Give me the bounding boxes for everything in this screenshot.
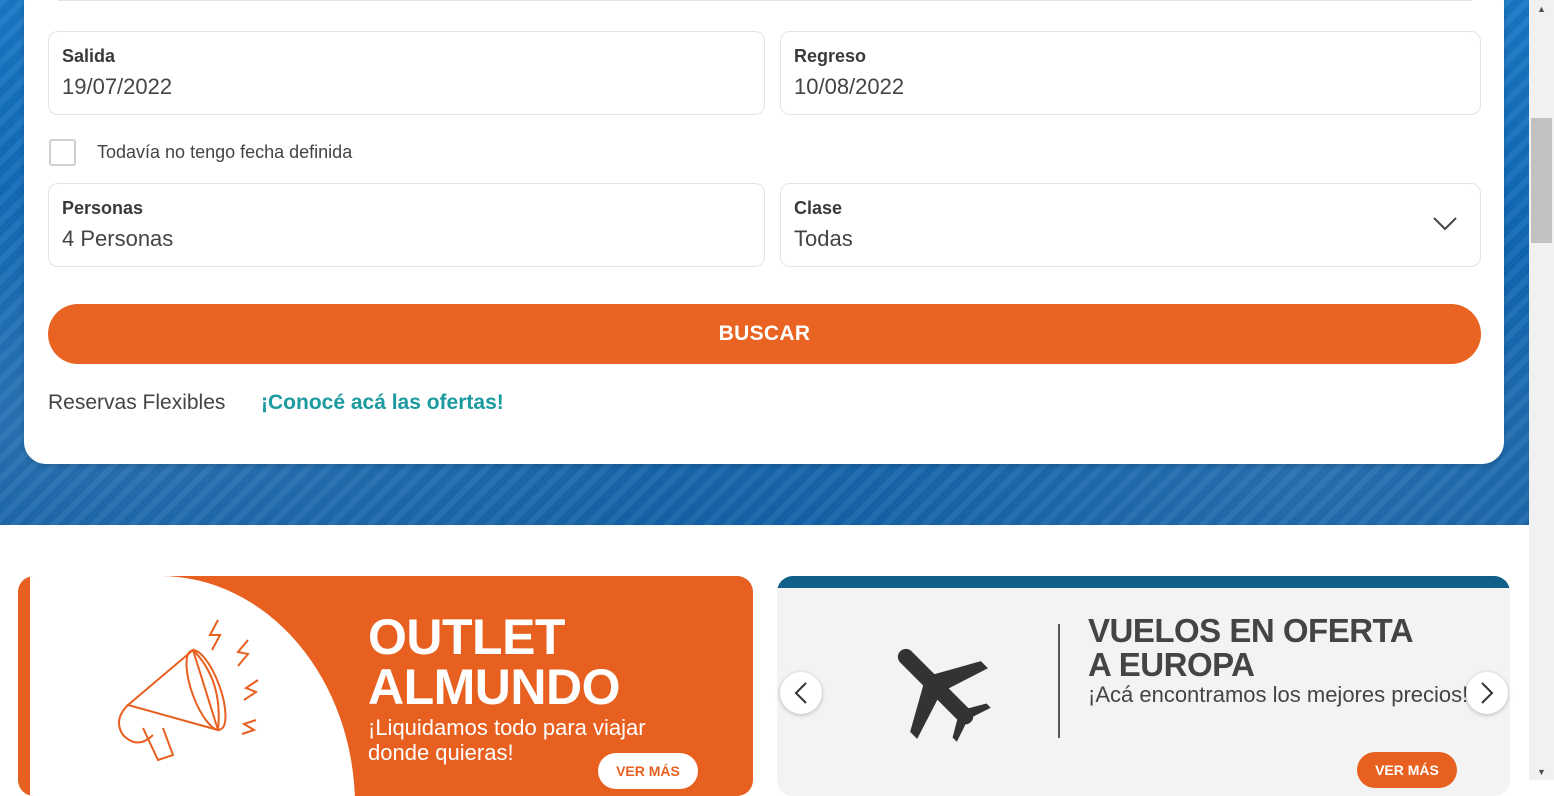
persons-field[interactable]: Personas 4 Personas — [48, 183, 765, 267]
scroll-down-arrow-icon[interactable]: ▼ — [1529, 763, 1554, 780]
europa-title-line2: A EUROPA — [1088, 646, 1255, 683]
class-select[interactable]: Clase Todas — [780, 183, 1481, 267]
flexible-offers-link[interactable]: ¡Conocé acá las ofertas! — [261, 391, 504, 415]
outlet-banner[interactable]: OUTLET ALMUNDO ¡Liquidamos todo para via… — [18, 576, 753, 796]
divider — [58, 0, 1472, 1]
flexible-bookings-text: Reservas Flexibles — [48, 391, 226, 414]
outlet-title-line2: ALMUNDO — [368, 659, 621, 715]
search-button[interactable]: BUSCAR — [48, 304, 1481, 364]
banner-top-strip — [777, 576, 1510, 588]
no-date-label[interactable]: Todavía no tengo fecha definida — [97, 142, 352, 163]
return-field[interactable]: Regreso 10/08/2022 — [780, 31, 1481, 115]
carousel-prev-button[interactable] — [780, 672, 822, 714]
class-value: Todas — [794, 226, 853, 251]
airplane-icon — [897, 648, 991, 742]
divider — [1058, 624, 1060, 738]
persons-label: Personas — [62, 198, 144, 218]
return-label: Regreso — [794, 46, 867, 66]
outlet-title-line1: OUTLET — [368, 609, 565, 665]
departure-value: 19/07/2022 — [62, 74, 173, 99]
chevron-left-icon — [794, 682, 807, 704]
megaphone-icon — [118, 619, 259, 762]
scroll-thumb[interactable] — [1531, 118, 1552, 243]
persons-value: 4 Personas — [62, 226, 174, 251]
europa-subtitle: ¡Acá encontramos los mejores precios! — [1088, 682, 1469, 707]
europa-banner[interactable]: VUELOS EN OFERTA A EUROPA ¡Acá encontram… — [777, 576, 1510, 796]
outlet-title: OUTLET ALMUNDO — [368, 609, 621, 715]
chevron-down-icon — [1433, 217, 1457, 231]
no-date-checkbox[interactable] — [49, 139, 76, 166]
carousel-next-button[interactable] — [1466, 672, 1508, 714]
class-label: Clase — [794, 198, 843, 218]
europa-title-line1: VUELOS EN OFERTA — [1088, 612, 1414, 649]
departure-field[interactable]: Salida 19/07/2022 — [48, 31, 765, 115]
europa-title: VUELOS EN OFERTA A EUROPA — [1088, 612, 1414, 683]
chevron-right-icon — [1481, 682, 1494, 704]
page-scrollbar[interactable]: ▲ ▼ — [1529, 0, 1554, 780]
scroll-up-arrow-icon[interactable]: ▲ — [1529, 0, 1554, 17]
departure-label: Salida — [62, 46, 116, 66]
outlet-cta-button[interactable]: VER MÁS — [598, 753, 698, 789]
return-value: 10/08/2022 — [794, 74, 905, 99]
europa-cta-button[interactable]: VER MÁS — [1357, 752, 1457, 788]
